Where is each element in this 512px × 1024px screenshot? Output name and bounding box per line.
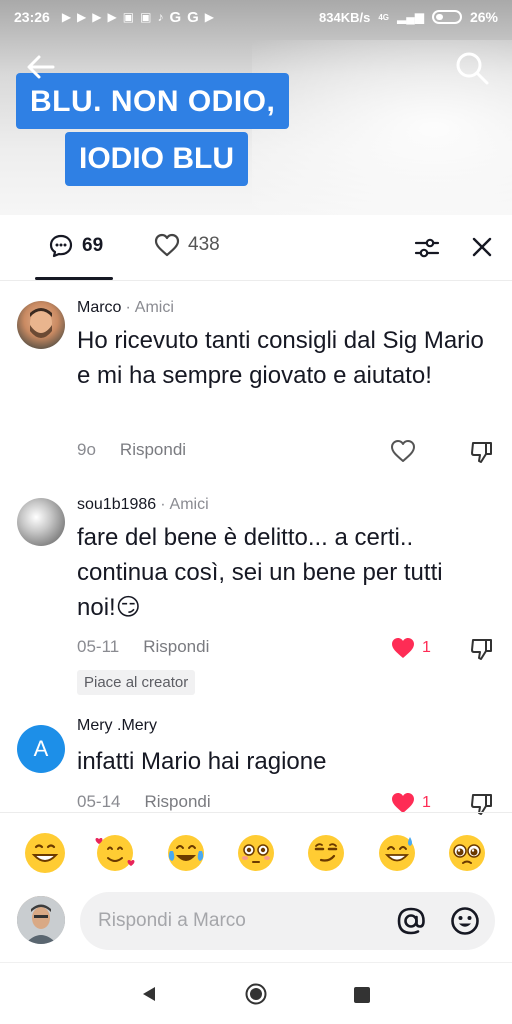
youtube-icon: ▶	[204, 10, 215, 24]
comment-author[interactable]: sou1b1986	[77, 496, 156, 513]
play-icon: ▶	[77, 10, 87, 24]
creator-liked-badge: Piace al creator	[77, 670, 196, 695]
flushed-emoji-icon[interactable]	[234, 831, 278, 875]
comment-author[interactable]: Mery .Mery	[77, 717, 157, 734]
google-icon: G	[187, 8, 199, 26]
status-bar: 23:26 ▶ ▶ ▶ ▶ ▣ ▣ ♪ G G ▶ 834KB/s 4G ▂▄▆…	[0, 0, 512, 34]
smirk-emoji-icon[interactable]	[304, 831, 348, 875]
comment-relation: Amici	[134, 299, 174, 316]
like-button[interactable]: 1	[390, 636, 431, 660]
avatar[interactable]	[17, 301, 65, 349]
close-icon[interactable]	[470, 235, 494, 259]
comment-icon	[49, 234, 73, 258]
tiktok-icon: ♪	[157, 10, 164, 24]
heart-outline-icon	[154, 233, 180, 257]
comment-item: Marco · Amici Ho ricevuto tanti consigli d…	[0, 293, 512, 483]
hearts-face-emoji-icon[interactable]	[93, 831, 137, 875]
like-count: 1	[422, 794, 431, 811]
comments-tabs: 69 438	[0, 215, 512, 281]
back-arrow-icon[interactable]	[24, 50, 58, 84]
likes-count: 438	[188, 234, 220, 255]
sweat-smile-emoji-icon[interactable]	[375, 831, 419, 875]
play-icon: ▶	[107, 10, 117, 24]
comment-meta: 05-11 Rispondi	[77, 637, 209, 657]
google-icon: G	[169, 8, 182, 26]
system-nav-bar	[0, 962, 512, 1024]
dislike-icon[interactable]	[470, 637, 494, 661]
video-caption-line2: IODIO BLU	[65, 132, 248, 186]
photo-icon: ▣	[140, 10, 152, 24]
pleading-emoji-icon[interactable]	[445, 831, 489, 875]
avatar-photo	[17, 896, 65, 944]
tears-of-joy-emoji-icon[interactable]	[164, 831, 208, 875]
play-icon: ▶	[92, 10, 102, 24]
reply-bar	[0, 890, 512, 956]
comment-text[interactable]: infatti Mario hai ragione	[77, 744, 487, 779]
reply-button[interactable]: Rispondi	[120, 440, 186, 460]
comment-header: sou1b1986 · Amici	[77, 496, 209, 514]
comment-meta: 05-14 Rispondi	[77, 792, 211, 812]
comment-time: 05-11	[77, 637, 120, 656]
nav-back-icon[interactable]	[140, 985, 158, 1003]
grinning-emoji-icon[interactable]	[23, 831, 67, 875]
network-type: 4G	[378, 12, 389, 22]
avatar-letter: A	[33, 736, 49, 761]
filter-icon[interactable]	[414, 235, 440, 261]
comment-header: Mery .Mery	[77, 717, 157, 735]
signal-icon: ▂▄▆	[397, 10, 424, 24]
search-icon[interactable]	[454, 50, 490, 86]
like-count: 1	[422, 639, 431, 656]
avatar[interactable]	[17, 498, 65, 546]
tab-comments[interactable]: 69	[48, 233, 103, 259]
tab-likes[interactable]: 438	[154, 233, 220, 257]
network-speed: 834KB/s	[319, 9, 371, 25]
separator-dot: ·	[160, 496, 166, 513]
battery-level: 26%	[469, 9, 498, 25]
dislike-icon[interactable]	[470, 440, 494, 464]
avatar-photo	[30, 308, 52, 338]
comment-time: 9o	[77, 440, 96, 459]
emoji-picker-icon[interactable]	[450, 906, 480, 936]
mention-at-icon[interactable]	[396, 906, 426, 936]
heart-filled-icon	[392, 638, 414, 658]
heart-outline-icon	[391, 440, 415, 462]
reply-button[interactable]: Rispondi	[144, 792, 210, 812]
comment-item: A Mery .Mery infatti Mario hai ragione 0…	[0, 710, 512, 815]
photo-icon: ▣	[122, 10, 135, 24]
comment-text[interactable]: Ho ricevuto tanti consigli dal Sig Mario…	[77, 323, 487, 393]
status-time: 23:26	[14, 9, 50, 25]
reply-button[interactable]: Rispondi	[143, 637, 209, 657]
comments-count: 69	[82, 235, 104, 256]
battery-icon	[431, 10, 462, 24]
reply-input[interactable]	[80, 892, 495, 950]
comment-item: sou1b1986 · Amici fare del bene è delitto.…	[0, 490, 512, 695]
emoji-quick-row	[0, 812, 512, 892]
like-button[interactable]	[390, 439, 416, 463]
comment-header: Marco · Amici	[77, 299, 174, 317]
separator-dot: ·	[125, 299, 131, 316]
my-avatar[interactable]	[17, 896, 65, 944]
comment-text[interactable]: fare del bene è delitto... a certi.. con…	[77, 520, 487, 625]
nav-recents-icon[interactable]	[354, 987, 370, 1003]
comment-author[interactable]: Marco	[77, 299, 121, 316]
play-icon: ▶	[61, 10, 72, 24]
nav-home-icon[interactable]	[245, 983, 267, 1005]
comment-meta: 9o Rispondi	[77, 440, 186, 460]
comment-relation: Amici	[169, 496, 209, 513]
active-tab-indicator	[35, 277, 113, 280]
notification-icons: ▶ ▶ ▶ ▶ ▣ ▣ ♪ G G ▶	[62, 9, 214, 26]
comment-time: 05-14	[77, 792, 121, 811]
avatar[interactable]: A	[17, 725, 65, 773]
